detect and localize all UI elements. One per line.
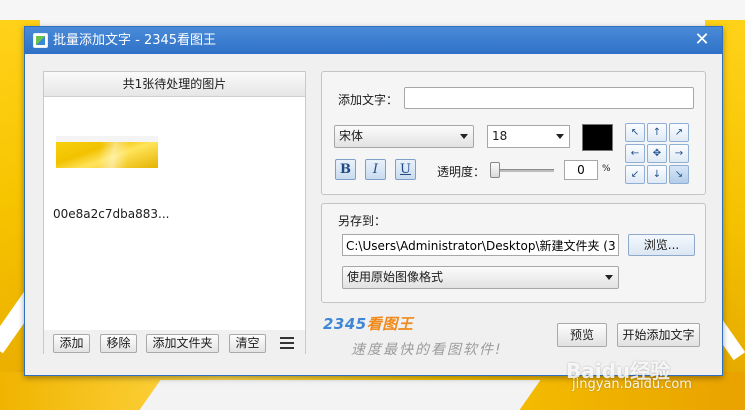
opacity-slider-handle[interactable] <box>490 162 500 178</box>
position-bottom-left[interactable]: ↙ <box>625 165 645 184</box>
add-text-label: 添加文字： <box>338 93 399 107</box>
app-icon <box>33 33 48 48</box>
position-middle-right[interactable]: → <box>669 144 689 163</box>
close-icon: ✕ <box>694 29 710 50</box>
text-color-picker[interactable] <box>582 124 613 151</box>
font-size-value: 18 <box>492 129 508 143</box>
font-family-value: 宋体 <box>339 129 364 143</box>
chevron-down-icon <box>605 275 613 280</box>
brand-slogan: 速度最快的看图软件! <box>351 342 503 358</box>
add-button[interactable]: 添加 <box>53 334 90 353</box>
position-top-right[interactable]: ↗ <box>669 123 689 142</box>
brand-name: 看图王 <box>366 315 414 333</box>
position-bottom-center[interactable]: ↓ <box>647 165 667 184</box>
image-format-value: 使用原始图像格式 <box>347 270 444 284</box>
close-button[interactable]: ✕ <box>692 30 712 50</box>
background-white-band <box>139 380 541 410</box>
image-list-toolbar: 添加 移除 添加文件夹 清空 <box>44 330 305 354</box>
image-list-panel: 共1张待处理的图片 00e8a2c7dba883... 添加 移除 添加文件夹 … <box>43 71 306 354</box>
image-filename[interactable]: 00e8a2c7dba883... <box>53 207 169 221</box>
position-top-center[interactable]: ↑ <box>647 123 667 142</box>
save-to-label: 另存到： <box>338 214 387 228</box>
italic-button[interactable]: I <box>365 159 386 180</box>
batch-add-text-dialog: 批量添加文字 - 2345看图王 ✕ 共1张待处理的图片 00e8a2c7dba… <box>24 26 723 376</box>
watermark-url: jingyan.baidu.com <box>572 377 692 392</box>
title-bar[interactable]: 批量添加文字 - 2345看图王 ✕ <box>25 27 722 54</box>
percent-unit: % <box>602 164 611 174</box>
save-path-input[interactable] <box>342 234 619 256</box>
image-count-header: 共1张待处理的图片 <box>44 72 305 97</box>
preview-button[interactable]: 预览 <box>557 323 607 347</box>
browse-button[interactable]: 浏览... <box>628 234 695 256</box>
background-top-strip <box>0 0 745 28</box>
chevron-down-icon <box>556 134 564 139</box>
text-position-grid: ↖ ↑ ↗ ← ✥ → ↙ ↓ ↘ <box>625 123 692 186</box>
opacity-label: 透明度： <box>437 165 486 179</box>
window-title: 批量添加文字 - 2345看图王 <box>53 33 217 48</box>
position-center[interactable]: ✥ <box>647 144 667 163</box>
add-folder-button[interactable]: 添加文件夹 <box>146 334 219 353</box>
position-bottom-right[interactable]: ↘ <box>669 165 689 184</box>
save-settings-group: 另存到： 浏览... 使用原始图像格式 <box>321 203 706 303</box>
image-thumbnail[interactable] <box>56 136 158 168</box>
bold-button[interactable]: B <box>335 159 356 180</box>
underline-button[interactable]: U <box>395 159 416 180</box>
text-settings-group: 添加文字： 宋体 18 ↖ ↑ ↗ ← ✥ → ↙ ↓ ↘ B I U 透明度： <box>321 71 706 195</box>
start-add-text-button[interactable]: 开始添加文字 <box>617 323 700 347</box>
remove-button[interactable]: 移除 <box>100 334 137 353</box>
chevron-down-icon <box>460 134 468 139</box>
font-size-select[interactable]: 18 <box>487 125 570 148</box>
opacity-input[interactable] <box>564 160 598 180</box>
list-view-icon[interactable] <box>280 337 294 349</box>
position-top-left[interactable]: ↖ <box>625 123 645 142</box>
font-family-select[interactable]: 宋体 <box>334 125 474 148</box>
position-middle-left[interactable]: ← <box>625 144 645 163</box>
brand-logo: 2345看图王 <box>323 313 413 334</box>
add-text-input[interactable] <box>404 87 694 109</box>
clear-button[interactable]: 清空 <box>229 334 266 353</box>
image-format-select[interactable]: 使用原始图像格式 <box>342 266 619 289</box>
brand-digits: 2345 <box>323 315 367 333</box>
